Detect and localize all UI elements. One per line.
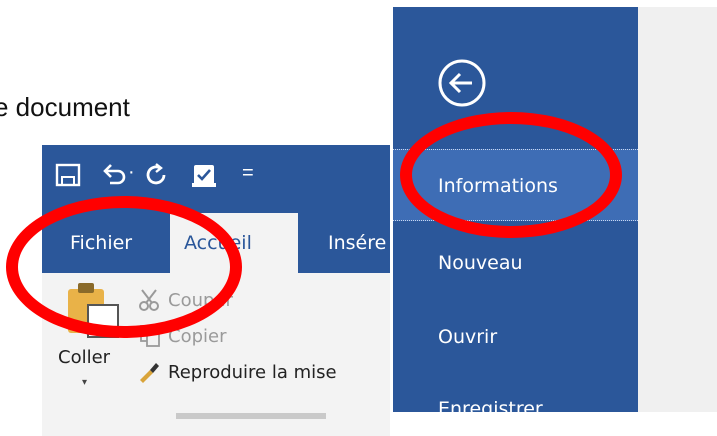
document-text: e document (0, 92, 130, 122)
save-icon[interactable] (54, 161, 82, 189)
format-painter-label: Reproduire la mise (168, 361, 337, 383)
undo-dropdown[interactable]: · (128, 161, 135, 184)
backstage-item-ouvrir[interactable]: Ouvrir (393, 301, 638, 373)
annotation-circle-fichier (6, 196, 242, 338)
paste-button[interactable]: Coller (58, 347, 110, 368)
undo-icon[interactable] (100, 161, 128, 189)
backstage-item-enregistrer[interactable]: Enregistrer (393, 373, 638, 412)
back-arrow-icon[interactable] (436, 57, 488, 109)
tab-insertion[interactable]: Insére (328, 213, 386, 273)
format-painter-icon (140, 363, 159, 383)
annotation-circle-informations (400, 112, 622, 238)
paste-dropdown-icon[interactable]: ▾ (82, 377, 87, 388)
clipped-command-remnant (176, 413, 326, 419)
redo-icon[interactable] (142, 161, 170, 189)
customize-icon[interactable]: = (242, 162, 254, 185)
format-painter-button[interactable]: Reproduire la mise (138, 357, 337, 387)
backstage-content-area (638, 7, 717, 412)
touch-mode-icon[interactable] (190, 161, 218, 189)
